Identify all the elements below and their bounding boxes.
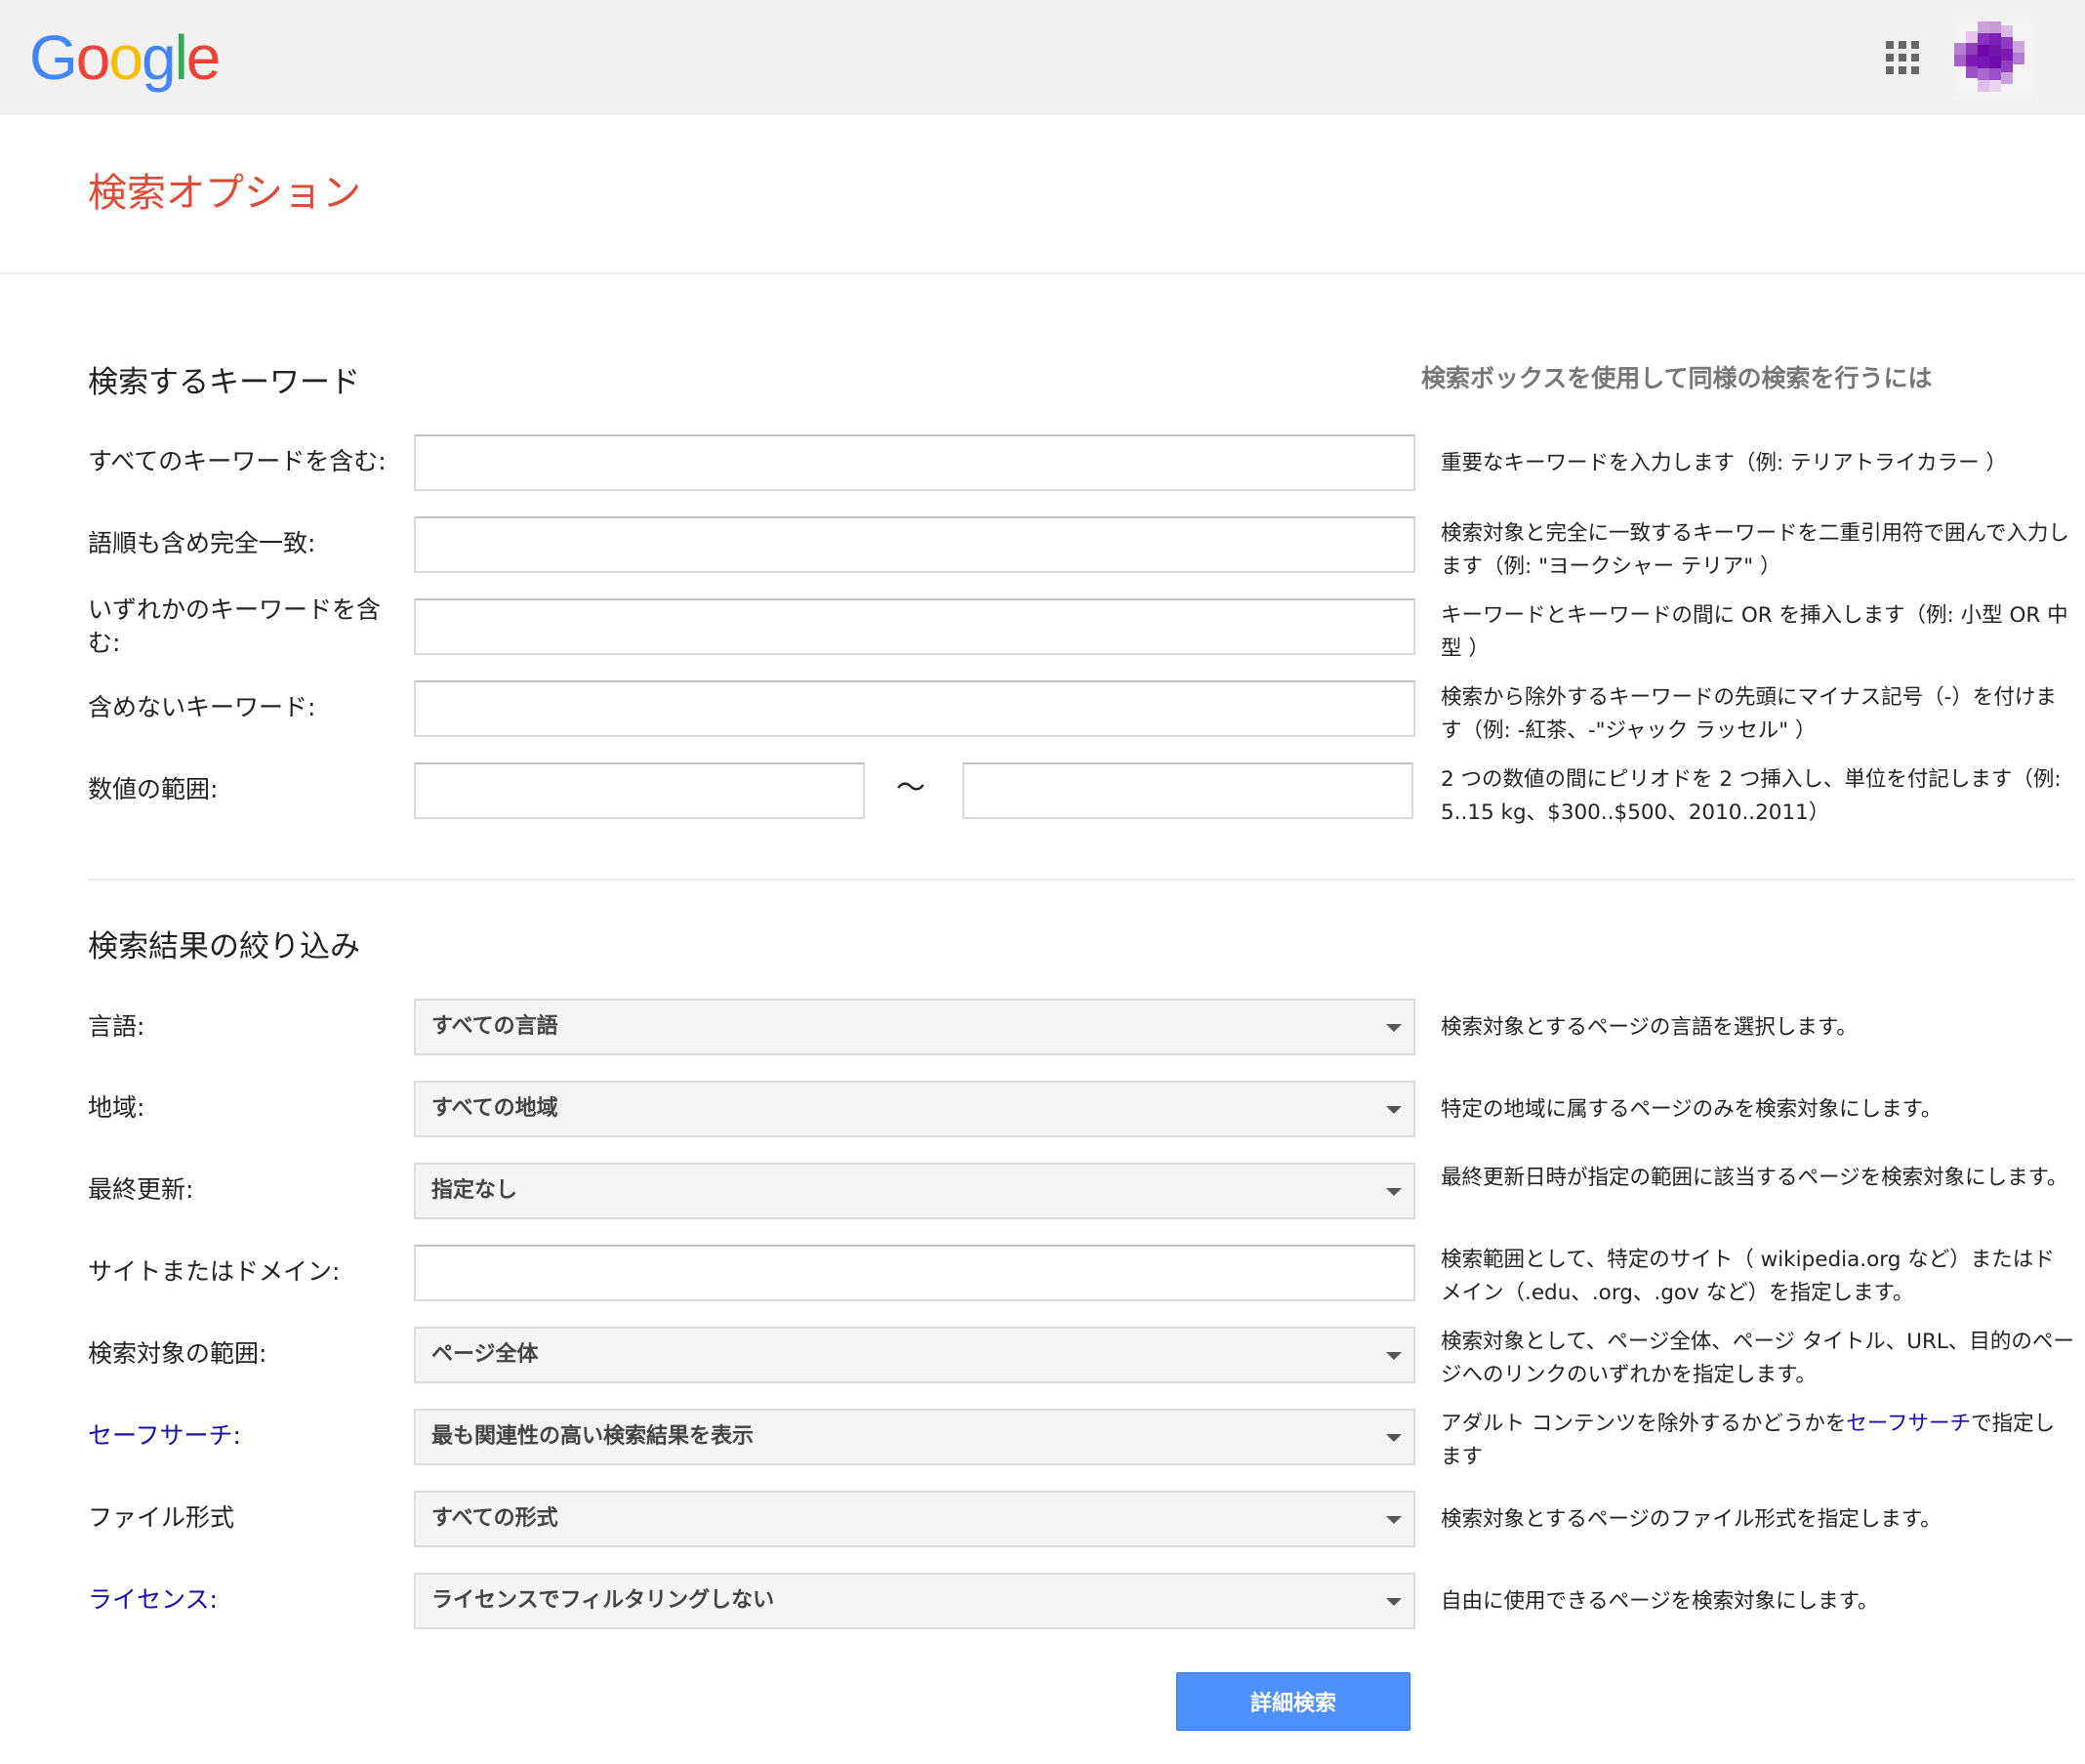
- range-separator: ～: [896, 771, 925, 805]
- dropdown-arrow-icon: [1386, 1598, 1402, 1606]
- last-update-select-value: 指定なし: [431, 1178, 518, 1203]
- avatar-pixelated-image: [1954, 21, 2032, 100]
- none-words-label: 含めないキーワード:: [88, 693, 316, 721]
- narrow-section-title: 検索結果の絞り込み: [88, 929, 360, 964]
- usage-rights-select-value: ライセンスでフィルタリングしない: [431, 1588, 775, 1613]
- site-domain-help: 検索範囲として、特定のサイト（ wikipedia.org など）またはドメイン…: [1441, 1248, 2055, 1305]
- region-select[interactable]: すべての地域: [414, 1081, 1415, 1137]
- last-update-label: 最終更新:: [88, 1175, 194, 1204]
- last-update-select[interactable]: 指定なし: [414, 1163, 1415, 1219]
- file-type-label: ファイル形式: [88, 1503, 235, 1532]
- none-words-input[interactable]: [414, 680, 1415, 737]
- terms-appearing-label: 検索対象の範囲:: [88, 1339, 267, 1368]
- account-avatar[interactable]: [1954, 21, 2032, 100]
- dropdown-arrow-icon: [1386, 1516, 1402, 1524]
- terms-appearing-help: 検索対象として、ページ全体、ページ タイトル、URL、目的のページへのリンクのい…: [1441, 1330, 2074, 1387]
- dropdown-arrow-icon: [1386, 1434, 1402, 1442]
- page-title: 検索オプション: [88, 171, 361, 216]
- section-divider: [88, 879, 2075, 881]
- safesearch-help-link[interactable]: セーフサーチ: [1846, 1412, 1971, 1436]
- google-logo[interactable]: Google: [29, 22, 222, 93]
- advanced-search-button[interactable]: 詳細検索: [1176, 1672, 1410, 1731]
- header-divider: [0, 272, 2085, 274]
- region-label: 地域:: [88, 1093, 145, 1122]
- number-range-label: 数値の範囲:: [88, 775, 219, 803]
- language-select[interactable]: すべての言語: [414, 999, 1415, 1055]
- dropdown-arrow-icon: [1386, 1106, 1402, 1114]
- any-words-input[interactable]: [414, 598, 1415, 655]
- help-column-header: 検索ボックスを使用して同様の検索を行うには: [1421, 364, 1933, 392]
- any-words-label: いずれかのキーワードを含む:: [88, 595, 382, 657]
- site-domain-label: サイトまたはドメイン:: [88, 1257, 341, 1286]
- dropdown-arrow-icon: [1386, 1024, 1402, 1032]
- logo-letter: o: [75, 22, 111, 93]
- site-domain-input[interactable]: [414, 1245, 1415, 1301]
- safesearch-label-link[interactable]: セーフサーチ:: [88, 1419, 410, 1453]
- all-words-label: すべてのキーワードを含む:: [88, 447, 387, 475]
- logo-letter: g: [141, 22, 177, 93]
- logo-letter: e: [185, 22, 222, 93]
- logo-letter: o: [108, 22, 143, 93]
- usage-rights-select[interactable]: ライセンスでフィルタリングしない: [414, 1573, 1415, 1629]
- terms-appearing-select-value: ページ全体: [431, 1342, 539, 1367]
- language-help: 検索対象とするページの言語を選択します。: [1441, 1015, 1858, 1040]
- safesearch-help-text-before: アダルト コンテンツを除外するかどうかを: [1441, 1412, 1847, 1436]
- logo-letter: l: [174, 22, 188, 93]
- file-type-help: 検索対象とするページのファイル形式を指定します。: [1441, 1507, 1942, 1532]
- number-range-from-input[interactable]: [414, 762, 865, 819]
- last-update-help: 最終更新日時が指定の範囲に該当するページを検索対象にします。: [1441, 1166, 2068, 1190]
- exact-phrase-label: 語順も含め完全一致:: [88, 529, 316, 557]
- any-words-help: キーワードとキーワードの間に OR を挿入します（例: 小型 OR 中型 ）: [1441, 603, 2068, 661]
- exact-phrase-help: 検索対象と完全に一致するキーワードを二重引用符で囲んで入力します（例: "ヨーク…: [1441, 521, 2069, 579]
- language-label: 言語:: [88, 1012, 145, 1041]
- language-select-value: すべての言語: [431, 1014, 558, 1039]
- safesearch-select-value: 最も関連性の高い検索結果を表示: [431, 1424, 755, 1449]
- file-type-select-value: すべての形式: [431, 1506, 558, 1531]
- apps-grid-icon[interactable]: [1886, 41, 1919, 74]
- safesearch-select[interactable]: 最も関連性の高い検索結果を表示: [414, 1409, 1415, 1465]
- usage-rights-label-link[interactable]: ライセンス:: [88, 1583, 410, 1617]
- region-help: 特定の地域に属するページのみを検索対象にします。: [1441, 1097, 1942, 1122]
- safesearch-help: アダルト コンテンツを除外するかどうかをセーフサーチで指定します: [1441, 1408, 2075, 1474]
- file-type-select[interactable]: すべての形式: [414, 1491, 1415, 1547]
- terms-appearing-select[interactable]: ページ全体: [414, 1327, 1415, 1383]
- dropdown-arrow-icon: [1386, 1352, 1402, 1360]
- top-bar: Google: [0, 0, 2085, 115]
- all-words-help: 重要なキーワードを入力します（例: テリアトライカラー ）: [1441, 451, 2007, 475]
- usage-rights-help: 自由に使用できるページを検索対象にします。: [1441, 1589, 1879, 1614]
- logo-letter: G: [29, 22, 78, 93]
- all-words-input[interactable]: [414, 434, 1415, 491]
- region-select-value: すべての地域: [431, 1096, 558, 1121]
- dropdown-arrow-icon: [1386, 1188, 1402, 1196]
- number-range-help: 2 つの数値の間にピリオドを 2 つ挿入し、単位を付記します（例: 5..15 …: [1441, 767, 2062, 825]
- number-range-to-input[interactable]: [962, 762, 1413, 819]
- exact-phrase-input[interactable]: [414, 516, 1415, 573]
- keywords-section-title: 検索するキーワード: [88, 365, 360, 400]
- none-words-help: 検索から除外するキーワードの先頭にマイナス記号（-）を付けます（例: -紅茶、-…: [1441, 685, 2057, 743]
